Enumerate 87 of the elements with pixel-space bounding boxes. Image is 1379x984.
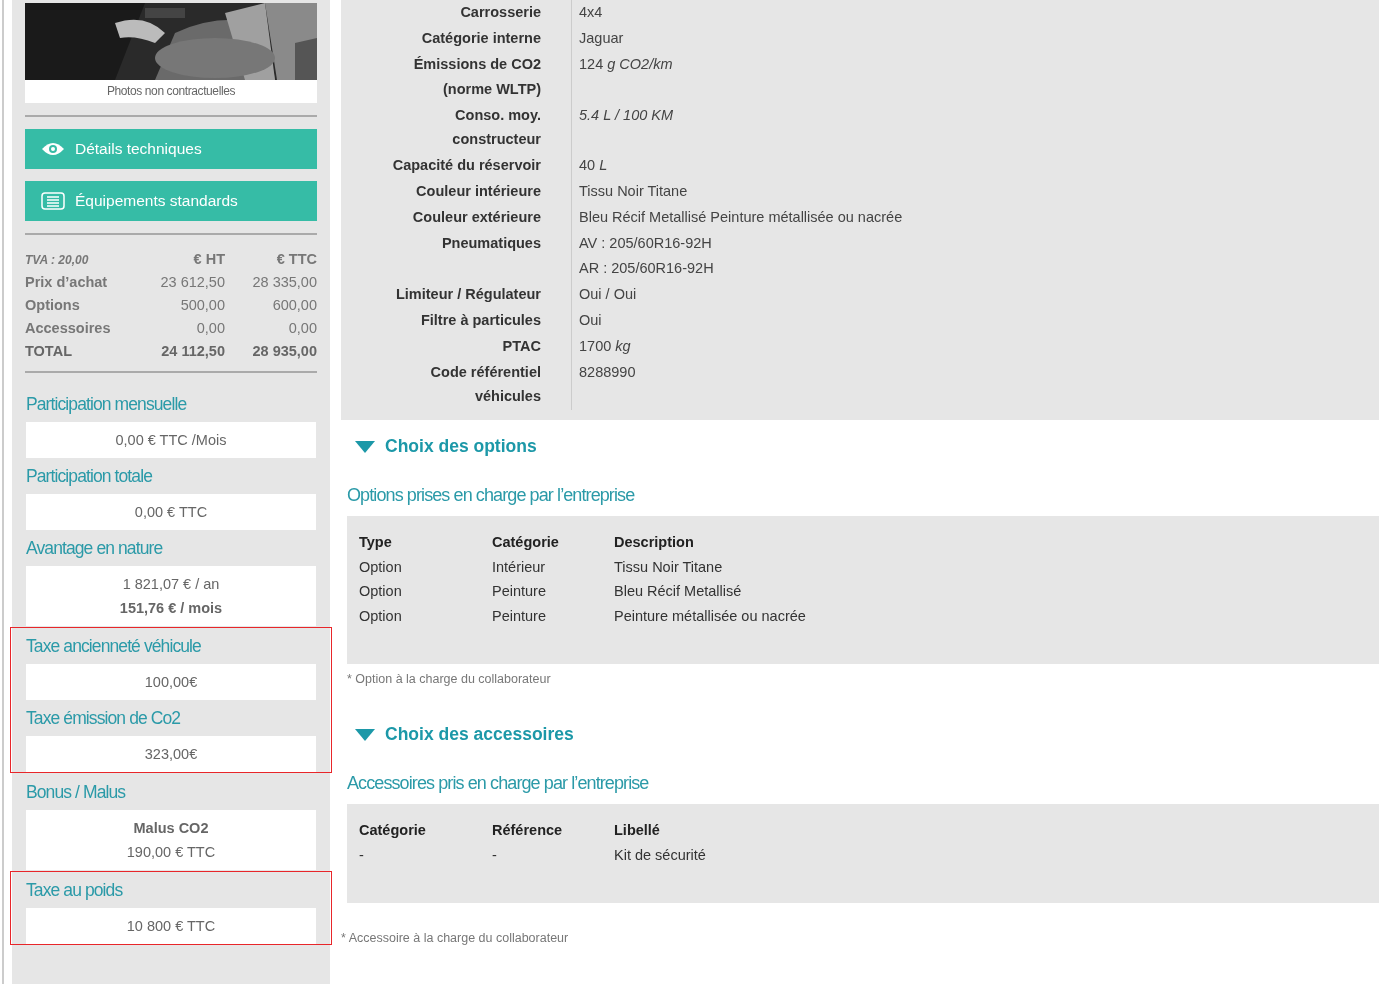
column-header: Catégorie: [359, 821, 427, 840]
table-cell-text: Option: [359, 557, 403, 577]
section-toggle[interactable]: Choix des options: [355, 436, 1379, 457]
spec-label: Conso. moy. constructeur: [341, 102, 572, 153]
spec-value: AR : 205/60R16-92H: [579, 258, 715, 278]
price-cell-text: 500,00: [179, 297, 225, 313]
price-cell-text: 28 935,00: [251, 343, 317, 359]
value-text: Malus CO2: [132, 819, 210, 838]
section-title: Participation mensuelle: [26, 393, 188, 416]
footnote: * Accessoire à la charge du collaborateur: [341, 931, 570, 945]
table-cell-text: Peinture: [492, 582, 547, 601]
price-cell-text: 0,00: [287, 320, 317, 336]
section-title: Taxe ancienneté véhicule: [26, 635, 202, 658]
spec-value: 124 g CO2/km: [579, 55, 674, 74]
spec-value: Tissu Noir Titane: [579, 182, 689, 201]
spec-value: 8288990: [579, 362, 637, 382]
photo-caption: Photos non contractuelles: [105, 83, 237, 100]
table-cell-text: Peinture: [492, 606, 547, 626]
price-cell-text: 23 612,50: [159, 274, 225, 290]
footnote: * Option à la charge du collaborateur: [347, 672, 552, 686]
column-header: Description: [614, 533, 695, 552]
spec-value: 4x4: [579, 3, 604, 22]
spec-value: 1700 kg: [579, 336, 632, 356]
column-header: TVA : 20,00: [25, 253, 90, 267]
price-cell-text: 600,00: [271, 297, 317, 313]
section-title: Avantage en nature: [26, 537, 164, 560]
value-text: 323,00€: [143, 745, 199, 764]
spec-label: Pneumatiques: [341, 231, 572, 282]
table-cell-text: Option: [359, 582, 403, 601]
row-label: Accessoires: [25, 320, 112, 336]
table-cell-text: -: [492, 845, 498, 865]
table-cell-text: Peinture métallisée ou nacrée: [614, 606, 807, 626]
spec-label: Couleur intérieure: [341, 179, 572, 205]
column-header: Type: [359, 533, 393, 552]
spec-label: Émissions de CO2 (norme WLTP): [341, 52, 572, 103]
price-cell-text: 28 335,00: [251, 274, 317, 290]
column-header: € TTC: [275, 251, 317, 267]
table-cell-text: Bleu Récif Metallisé: [614, 582, 743, 601]
table-cell-text: -: [359, 845, 365, 865]
column-header: € HT: [192, 251, 225, 267]
section-toggle[interactable]: Choix des accessoires: [355, 724, 1379, 745]
row-label: Prix d’achat: [25, 274, 109, 290]
column-header: Référence: [492, 821, 564, 840]
table-cell-text: Tissu Noir Titane: [614, 557, 724, 577]
spec-label: Code référentiel véhicules: [341, 359, 572, 410]
column-header: Libellé: [614, 821, 661, 840]
spec-label: Couleur extérieure: [341, 205, 572, 231]
spec-value: Oui / Oui: [579, 284, 638, 304]
eye-icon: [41, 140, 65, 158]
value-text: 10 800 € TTC: [125, 917, 217, 936]
action-button[interactable]: Équipements standards: [25, 181, 317, 221]
column-header: Catégorie: [492, 533, 560, 552]
subsection-title: Accessoires pris en charge par l’entreprise: [347, 773, 650, 794]
spec-value: Oui: [579, 310, 603, 330]
price-cell-text: 0,00: [195, 320, 225, 336]
table-cell-text: Intérieur: [492, 557, 547, 577]
value-text: 0,00 € TTC /Mois: [114, 431, 228, 450]
value-text: 0,00 € TTC: [133, 503, 209, 522]
value-text: 100,00€: [143, 673, 199, 692]
spec-value: Jaguar: [579, 29, 625, 48]
spec-label: Limiteur / Régulateur: [341, 281, 572, 308]
spec-value: AV : 205/60R16-92H: [579, 234, 713, 253]
spec-label: PTAC: [341, 333, 572, 360]
spec-label: Carrosserie: [341, 0, 572, 26]
value-text: 190,00 € TTC: [125, 843, 217, 862]
spec-value: 5.4 L / 100 KM: [579, 105, 675, 125]
value-text: 151,76 € / mois: [118, 599, 224, 618]
action-button[interactable]: Détails techniques: [25, 129, 317, 169]
section-title: Participation totale: [26, 465, 153, 488]
table-cell-text: Option: [359, 606, 403, 626]
value-text: 1 821,07 € / an: [121, 575, 221, 594]
spec-label: Catégorie interne: [341, 26, 572, 52]
caret-down-icon: [355, 728, 375, 741]
spec-label: Filtre à particules: [341, 307, 572, 334]
caret-down-icon: [355, 440, 375, 453]
row-label: TOTAL: [25, 343, 73, 359]
section-title: Taxe au poids: [26, 879, 124, 902]
section-title: Taxe émission de Co2: [26, 707, 182, 730]
spec-value: 40 L: [579, 156, 609, 175]
spec-label: Capacité du réservoir: [341, 153, 572, 179]
table-cell-text: Kit de sécurité: [614, 845, 707, 865]
subsection-title: Options prises en charge par l’entreprise: [347, 485, 636, 506]
list-icon: [41, 192, 65, 210]
section-title: Bonus / Malus: [26, 781, 127, 804]
spec-value: Bleu Récif Metallisé Peinture métallisée ou nacrée: [579, 208, 904, 227]
row-label: Options: [25, 297, 81, 313]
price-cell-text: 24 112,50: [160, 343, 225, 359]
